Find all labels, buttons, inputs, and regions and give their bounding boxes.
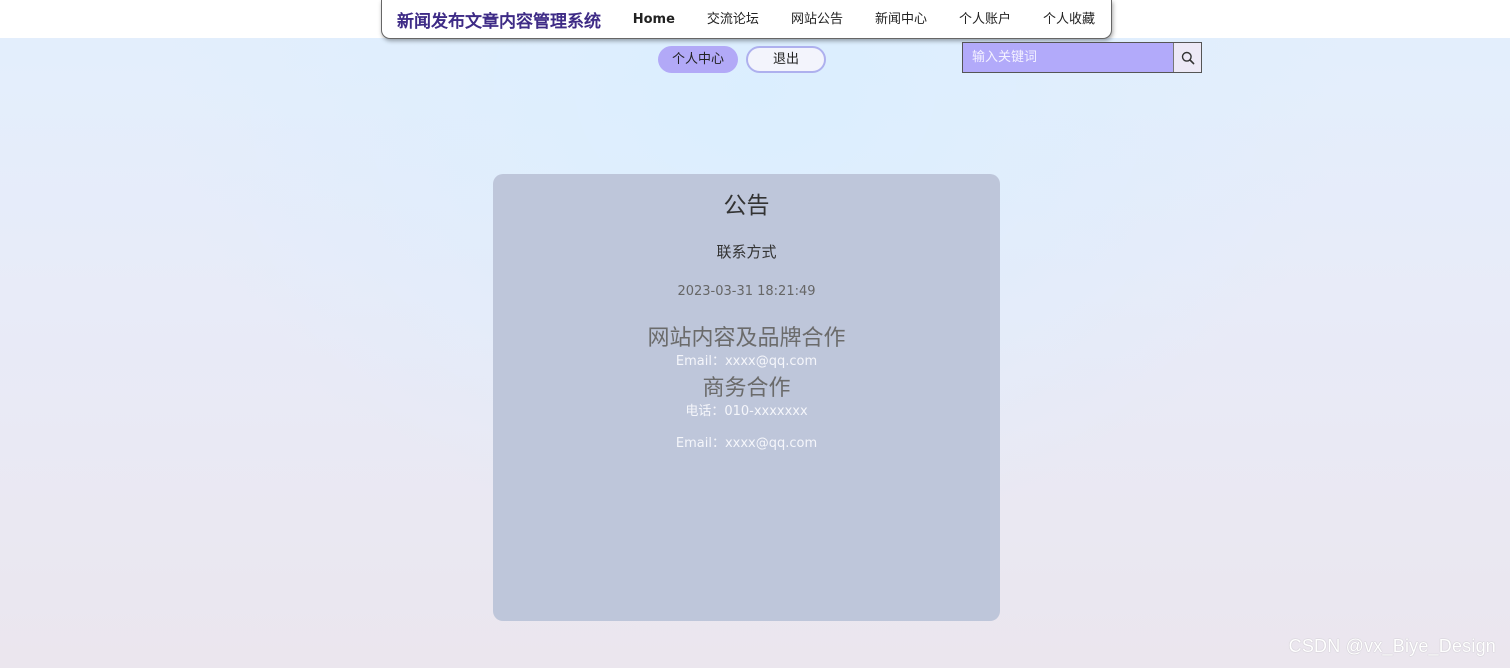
nav-favorites[interactable]: 个人收藏 (1027, 1, 1111, 38)
nav-account[interactable]: 个人账户 (943, 1, 1027, 38)
section-line-business-email: Email：xxxx@qq.com (675, 436, 818, 451)
nav-forum[interactable]: 交流论坛 (691, 1, 775, 38)
notice-title: 联系方式 (716, 243, 777, 261)
section-line-business-phone: 电话：010-xxxxxxx (685, 404, 808, 419)
search-icon (1181, 51, 1194, 64)
search-input[interactable] (963, 43, 1174, 72)
main-nav: 新闻发布文章内容管理系统 Home 交流论坛 网站公告 新闻中心 个人账户 个人… (381, 0, 1112, 39)
logout-button[interactable]: 退出 (746, 46, 826, 73)
nav-links: Home 交流论坛 网站公告 新闻中心 个人账户 个人收藏 (617, 1, 1111, 38)
profile-button[interactable]: 个人中心 (658, 46, 738, 73)
card-heading: 公告 (723, 193, 770, 219)
nav-news-center[interactable]: 新闻中心 (859, 1, 943, 38)
nav-announcements[interactable]: 网站公告 (775, 1, 859, 38)
search-button[interactable] (1173, 43, 1201, 72)
nav-home[interactable]: Home (617, 1, 691, 38)
search-box (962, 42, 1202, 73)
site-brand[interactable]: 新闻发布文章内容管理系统 (397, 7, 617, 32)
section-line-brand-email: Email：xxxx@qq.com (675, 354, 818, 369)
section-heading-brand: 网站内容及品牌合作 (647, 326, 846, 351)
notice-card: 公告 联系方式 2023-03-31 18:21:49 网站内容及品牌合作 Em… (493, 174, 1000, 621)
watermark: CSDN @vx_Biye_Design (1288, 636, 1496, 656)
section-heading-business: 商务合作 (702, 376, 791, 401)
notice-date: 2023-03-31 18:21:49 (677, 284, 816, 299)
